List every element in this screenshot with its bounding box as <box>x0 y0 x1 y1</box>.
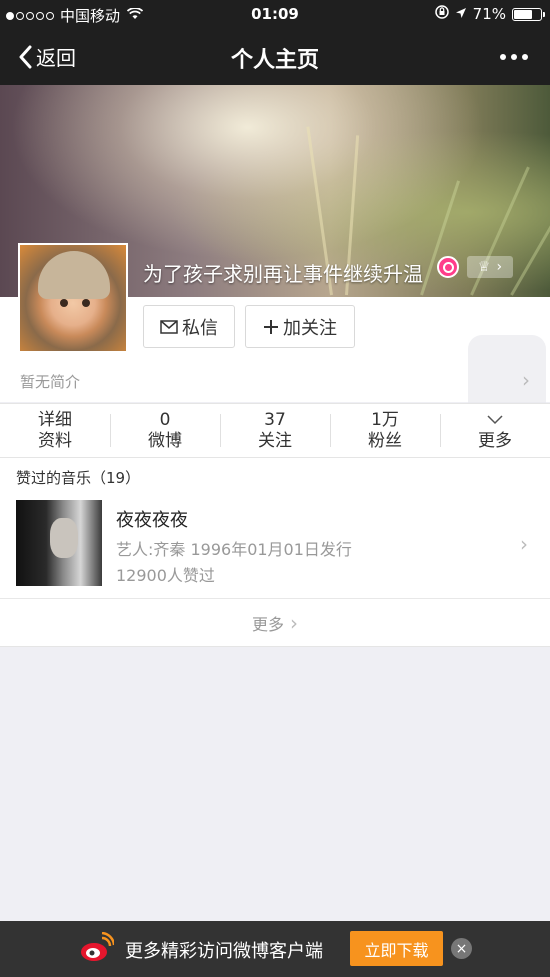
status-bar: 中国移动 01:09 71% <box>0 0 550 28</box>
stat-label: 粉丝 <box>368 431 402 451</box>
location-icon <box>455 5 467 23</box>
page-title: 个人主页 <box>230 48 319 73</box>
stat-label: 关注 <box>258 431 292 451</box>
plus-icon <box>264 319 278 334</box>
member-crown-button[interactable]: ♕ › <box>467 256 513 278</box>
section-title: 赞过的音乐（19） <box>16 469 141 487</box>
more-options-icon[interactable] <box>500 54 528 60</box>
stat-label: 微博 <box>148 431 182 451</box>
envelope-icon <box>160 319 178 334</box>
stat-details[interactable]: 详细 资料 <box>0 404 110 457</box>
profile-name: 为了孩子求别再让事件继续升温 <box>143 262 423 286</box>
bio-row[interactable]: 暂无简介 › <box>0 360 550 402</box>
music-list-item[interactable]: 夜夜夜夜 艺人:齐秦 1996年01月01日发行 12900人赞过 › <box>0 496 550 599</box>
stat-more[interactable]: 更多 <box>440 404 550 457</box>
chevron-right-icon: › <box>290 610 298 635</box>
more-label: 更多 <box>251 614 284 634</box>
nav-bar: 返回 个人主页 <box>0 28 550 85</box>
stat-label: 更多 <box>478 431 512 451</box>
verified-badge-icon <box>437 256 459 278</box>
follow-button[interactable]: 加关注 <box>245 305 355 348</box>
song-artist: 艺人:齐秦 1996年01月01日发行 <box>116 540 352 559</box>
stat-value: 详细 <box>38 410 72 430</box>
stat-label: 资料 <box>38 431 72 451</box>
stat-value: 1万 <box>371 410 399 430</box>
stat-following[interactable]: 37 关注 <box>220 404 330 457</box>
song-likes: 12900人赞过 <box>116 566 215 585</box>
bio-text: 暂无简介 <box>20 373 81 391</box>
battery-icon <box>512 7 545 21</box>
download-button[interactable]: 立即下载 <box>350 931 443 966</box>
avatar[interactable] <box>18 243 128 353</box>
weibo-logo-icon <box>80 931 116 968</box>
crown-icon: ♕ <box>477 259 491 275</box>
close-icon[interactable]: × <box>451 938 472 959</box>
status-right: 71% <box>434 5 545 23</box>
song-title: 夜夜夜夜 <box>116 510 188 531</box>
stat-weibo[interactable]: 0 微博 <box>110 404 220 457</box>
stat-followers[interactable]: 1万 粉丝 <box>330 404 440 457</box>
message-label: 私信 <box>182 317 218 339</box>
stats-bar: 详细 资料 0 微博 37 关注 1万 粉丝 更多 <box>0 403 550 458</box>
chevron-right-icon: › <box>522 368 530 392</box>
follow-label: 加关注 <box>283 317 337 339</box>
battery-percent: 71% <box>472 5 506 23</box>
app-download-banner: 更多精彩访问微博客户端 立即下载 × <box>0 921 550 977</box>
chevron-right-icon: › <box>520 532 528 556</box>
message-button[interactable]: 私信 <box>143 305 235 348</box>
chevron-down-icon <box>440 410 550 431</box>
banner-text: 更多精彩访问微博客户端 <box>125 941 323 962</box>
stat-value: 0 <box>159 410 171 430</box>
rotation-lock-icon <box>434 5 449 23</box>
liked-music-header: 赞过的音乐（19） <box>0 458 550 496</box>
chevron-right-icon: › <box>496 259 503 275</box>
album-cover <box>16 500 102 586</box>
stat-value: 37 <box>264 410 286 430</box>
more-music-button[interactable]: 更多 › <box>0 599 550 647</box>
